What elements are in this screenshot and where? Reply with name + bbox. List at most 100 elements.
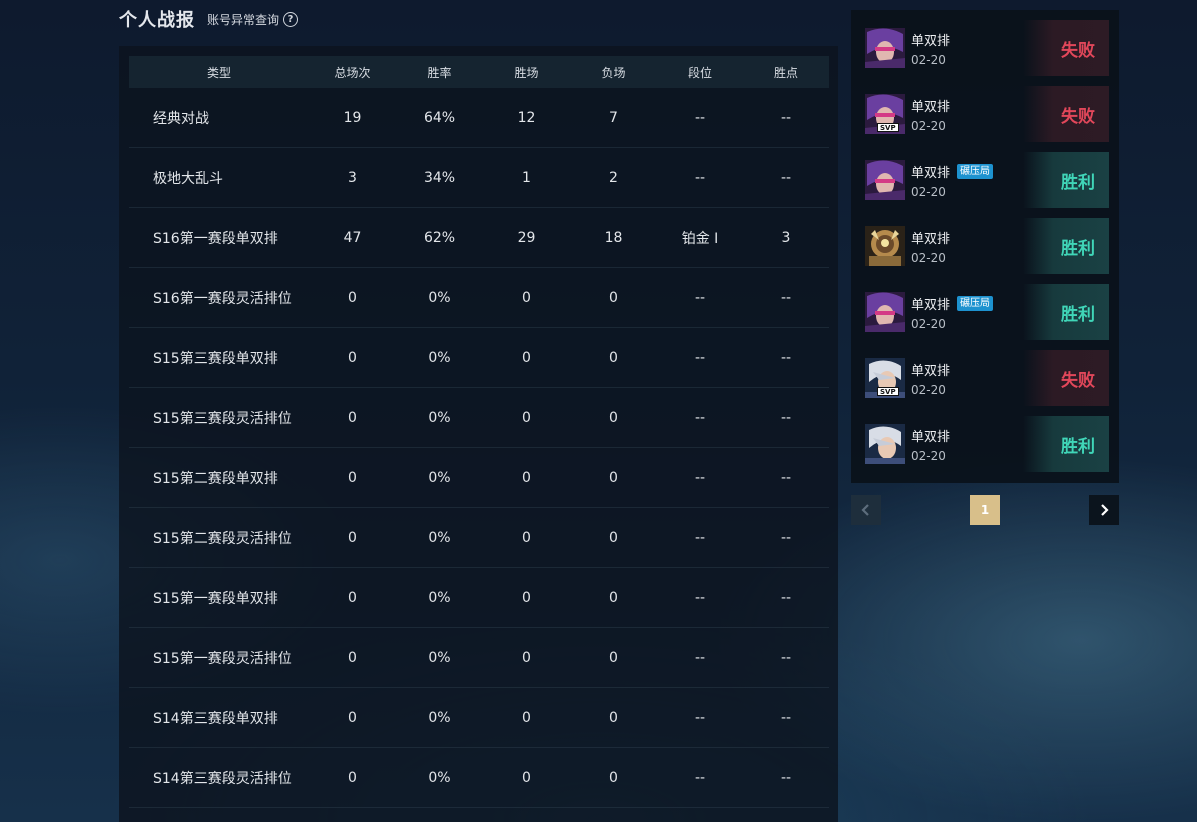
row-rank-cell: -- [694, 409, 706, 426]
row-wins-cell: 0 [522, 529, 531, 546]
pagination-page-1[interactable]: 1 [970, 495, 1000, 525]
match-item[interactable]: 单双排 碾压局 02-20 胜利 [865, 152, 1109, 208]
row-losses-cell: 2 [609, 169, 618, 186]
row-lp-cell: 3 [781, 229, 791, 246]
chevron-right-icon [1101, 504, 1109, 516]
row-wins-cell: 0 [522, 709, 531, 726]
column-header-type: 类型 [206, 65, 231, 80]
row-rank-cell: -- [694, 349, 706, 366]
match-date: 02-20 [911, 185, 946, 199]
row-total-cell: 0 [348, 709, 357, 726]
help-icon[interactable]: ? [283, 11, 299, 27]
row-total-cell: 0 [348, 589, 357, 606]
row-total-cell: 0 [348, 409, 357, 426]
row-lp-cell: -- [780, 469, 792, 486]
table-row: 极地大乱斗 3 34% 1 2 -- -- [129, 148, 829, 208]
row-rate-cell: 0% [428, 469, 451, 486]
row-wins-cell: 0 [522, 349, 531, 366]
table-row: S14第三赛段灵活排位 0 0% 0 0 -- -- [129, 748, 829, 808]
match-item[interactable]: 单双排 02-20 胜利 [865, 218, 1109, 274]
row-rate-cell: 0% [428, 769, 451, 786]
row-type-cell: 极地大乱斗 [153, 170, 223, 187]
champion-avatar [865, 28, 905, 68]
svp-badge: SVP [877, 123, 899, 132]
match-item[interactable]: SVP 单双排 02-20 失败 [865, 86, 1109, 142]
row-rank-cell: 铂金 Ⅰ [681, 230, 719, 247]
match-result: 胜利 [1023, 218, 1109, 274]
page-header: 个人战报 账号异常查询 ? [119, 8, 299, 31]
crush-badge: 碾压局 [957, 164, 993, 179]
row-type-cell: S15第二赛段灵活排位 [153, 530, 292, 547]
match-result: 失败 [1023, 20, 1109, 76]
row-losses-cell: 0 [609, 769, 618, 786]
row-rank-cell: -- [694, 649, 706, 666]
row-rate-cell: 0% [428, 289, 451, 306]
table-row: S15第二赛段单双排 0 0% 0 0 -- -- [129, 448, 829, 508]
match-item[interactable]: 单双排 02-20 胜利 [865, 416, 1109, 472]
row-type-cell: S15第一赛段灵活排位 [153, 650, 292, 667]
row-total-cell: 3 [348, 169, 357, 186]
column-header-wins: 胜场 [514, 65, 539, 80]
row-lp-cell: -- [780, 169, 792, 186]
row-type-cell: 经典对战 [153, 110, 209, 127]
row-rank-cell: -- [694, 709, 706, 726]
row-rank-cell: -- [694, 529, 706, 546]
column-header-total: 总场次 [334, 65, 371, 80]
row-rank-cell: -- [694, 169, 706, 186]
row-rate-cell: 34% [423, 169, 456, 186]
crush-badge: 碾压局 [957, 296, 993, 311]
champion-avatar: SVP [865, 94, 905, 134]
row-total-cell: 0 [348, 349, 357, 366]
column-header-rank: 段位 [687, 65, 712, 80]
row-losses-cell: 18 [604, 229, 623, 246]
table-row: S15第一赛段灵活排位 0 0% 0 0 -- -- [129, 628, 829, 688]
row-total-cell: 0 [348, 649, 357, 666]
row-total-cell: 0 [348, 469, 357, 486]
match-result: 胜利 [1023, 284, 1109, 340]
row-losses-cell: 0 [609, 649, 618, 666]
table-row: S15第三赛段灵活排位 0 0% 0 0 -- -- [129, 388, 829, 448]
champion-avatar [865, 160, 905, 200]
pagination-next-button[interactable] [1089, 495, 1119, 525]
match-date: 02-20 [911, 119, 946, 133]
table-row: S16第一赛段单双排 47 62% 29 18 铂金 Ⅰ 3 [129, 208, 829, 268]
stats-table: 类型 总场次 胜率 胜场 负场 段位 胜点 经典对战 19 64% 12 7 -- -- 极地… [129, 56, 829, 808]
pagination-prev-button[interactable] [851, 495, 881, 525]
row-rank-cell: -- [694, 589, 706, 606]
champion-avatar [865, 424, 905, 464]
row-lp-cell: -- [780, 529, 792, 546]
row-wins-cell: 1 [522, 169, 531, 186]
champion-avatar [865, 292, 905, 332]
row-rank-cell: -- [694, 109, 706, 126]
table-row: S16第一赛段灵活排位 0 0% 0 0 -- -- [129, 268, 829, 328]
row-losses-cell: 0 [609, 709, 618, 726]
row-losses-cell: 0 [609, 529, 618, 546]
row-rate-cell: 62% [423, 229, 456, 246]
chevron-left-icon [861, 504, 869, 516]
stats-panel: 类型 总场次 胜率 胜场 负场 段位 胜点 经典对战 19 64% 12 7 -- -- 极地… [119, 46, 838, 822]
row-wins-cell: 12 [517, 109, 536, 126]
match-date: 02-20 [911, 383, 946, 397]
match-item[interactable]: 单双排 碾压局 02-20 胜利 [865, 284, 1109, 340]
row-losses-cell: 7 [609, 109, 618, 126]
row-lp-cell: -- [780, 289, 792, 306]
match-result: 胜利 [1023, 416, 1109, 472]
recent-matches-panel: 单双排 02-20 失败 SVP 单双排 02-20 失败 单双排 碾压局 02-20 胜利 单双排 0… [851, 10, 1119, 483]
row-lp-cell: -- [780, 769, 792, 786]
match-result: 失败 [1023, 86, 1109, 142]
row-type-cell: S15第三赛段灵活排位 [153, 410, 292, 427]
match-date: 02-20 [911, 449, 946, 463]
row-losses-cell: 0 [609, 409, 618, 426]
row-type-cell: S15第二赛段单双排 [153, 470, 278, 487]
row-rate-cell: 64% [423, 109, 456, 126]
row-wins-cell: 0 [522, 289, 531, 306]
match-mode: 单双排 [911, 430, 951, 445]
row-losses-cell: 0 [609, 289, 618, 306]
account-abnormal-link[interactable]: 账号异常查询 ? [207, 11, 299, 28]
row-lp-cell: -- [780, 709, 792, 726]
row-total-cell: 19 [343, 109, 362, 126]
match-mode: 单双排 [911, 166, 951, 181]
match-item[interactable]: SVP 单双排 02-20 失败 [865, 350, 1109, 406]
row-wins-cell: 0 [522, 469, 531, 486]
match-item[interactable]: 单双排 02-20 失败 [865, 20, 1109, 76]
